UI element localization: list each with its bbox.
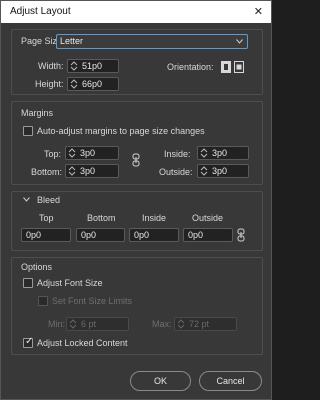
link-bleed-icon[interactable] — [237, 228, 245, 242]
set-font-size-limits-checkbox[interactable] — [38, 296, 48, 306]
orientation-label: Orientation: — [167, 62, 214, 72]
margin-bottom-stepper[interactable]: 3p0 — [65, 164, 119, 178]
max-label: Max: — [152, 319, 172, 329]
link-margins-icon[interactable] — [132, 153, 140, 167]
ok-button[interactable]: OK — [130, 371, 191, 391]
margin-top-label: Top: — [44, 149, 62, 159]
min-label: Min: — [48, 319, 66, 329]
bleed-bottom-value: 0p0 — [81, 230, 97, 240]
margin-top-value: 3p0 — [80, 148, 96, 158]
margin-inside-label: Inside: — [164, 149, 191, 159]
chevron-down-icon — [236, 39, 243, 44]
width-stepper[interactable]: 51p0 — [67, 59, 119, 73]
bleed-inside-field[interactable]: 0p0 — [129, 228, 179, 242]
stepper-arrows-icon[interactable] — [69, 318, 77, 330]
stepper-arrows-icon[interactable] — [70, 78, 78, 90]
bleed-top-field[interactable]: 0p0 — [21, 228, 71, 242]
height-label: Height: — [35, 79, 64, 89]
margins-title: Margins — [21, 108, 54, 118]
bleed-title: Bleed — [37, 195, 61, 205]
bleed-inside-value: 0p0 — [134, 230, 150, 240]
adjust-locked-content-label: Adjust Locked Content — [37, 338, 128, 348]
adjust-font-size-label: Adjust Font Size — [37, 278, 103, 288]
width-value: 51p0 — [82, 61, 103, 71]
auto-adjust-margins-label: Auto-adjust margins to page size changes — [37, 126, 205, 136]
page-size-value: Letter — [60, 36, 84, 46]
min-font-size-stepper[interactable]: 6 pt — [66, 317, 129, 331]
bleed-bottom-header: Bottom — [87, 213, 116, 223]
stepper-arrows-icon[interactable] — [68, 165, 76, 177]
stepper-arrows-icon[interactable] — [68, 147, 76, 159]
margin-bottom-value: 3p0 — [80, 166, 96, 176]
stepper-arrows-icon[interactable] — [200, 147, 208, 159]
margin-inside-stepper[interactable]: 3p0 — [197, 146, 249, 160]
title-bar: Adjust Layout ✕ — [1, 1, 271, 23]
options-title: Options — [21, 262, 53, 272]
close-icon[interactable]: ✕ — [254, 5, 263, 18]
bleed-top-header: Top — [39, 213, 54, 223]
adjust-layout-dialog: Adjust Layout ✕ Page Size: Letter Width:… — [0, 0, 272, 400]
bleed-outside-value: 0p0 — [188, 230, 204, 240]
landscape-orientation-icon[interactable] — [234, 61, 244, 73]
max-font-size-value: 72 pt — [189, 319, 210, 329]
stepper-arrows-icon[interactable] — [70, 60, 78, 72]
bleed-bottom-field[interactable]: 0p0 — [76, 228, 125, 242]
cancel-button[interactable]: Cancel — [199, 371, 262, 391]
set-font-size-limits-label: Set Font Size Limits — [52, 296, 133, 306]
width-label: Width: — [38, 61, 64, 71]
margin-inside-value: 3p0 — [212, 148, 228, 158]
margin-outside-stepper[interactable]: 3p0 — [197, 164, 249, 178]
height-stepper[interactable]: 66p0 — [67, 77, 119, 91]
bleed-inside-header: Inside — [142, 213, 167, 223]
margin-outside-value: 3p0 — [212, 166, 228, 176]
portrait-orientation-icon[interactable] — [221, 61, 231, 73]
min-font-size-value: 6 pt — [81, 319, 97, 329]
adjust-font-size-checkbox[interactable] — [23, 278, 33, 288]
height-value: 66p0 — [82, 79, 103, 89]
bleed-outside-field[interactable]: 0p0 — [183, 228, 233, 242]
auto-adjust-margins-checkbox[interactable] — [23, 126, 33, 136]
margin-top-stepper[interactable]: 3p0 — [65, 146, 119, 160]
stepper-arrows-icon[interactable] — [200, 165, 208, 177]
margin-outside-label: Outside: — [159, 167, 193, 177]
adjust-locked-content-checkbox[interactable] — [23, 336, 33, 348]
max-font-size-stepper[interactable]: 72 pt — [174, 317, 237, 331]
chevron-down-icon[interactable] — [23, 197, 30, 202]
bleed-outside-header: Outside — [192, 213, 224, 223]
margin-bottom-label: Bottom: — [31, 167, 63, 177]
page-size-select[interactable]: Letter — [56, 34, 248, 49]
bleed-top-value: 0p0 — [26, 230, 42, 240]
dialog-title: Adjust Layout — [10, 6, 71, 17]
stepper-arrows-icon[interactable] — [177, 318, 185, 330]
